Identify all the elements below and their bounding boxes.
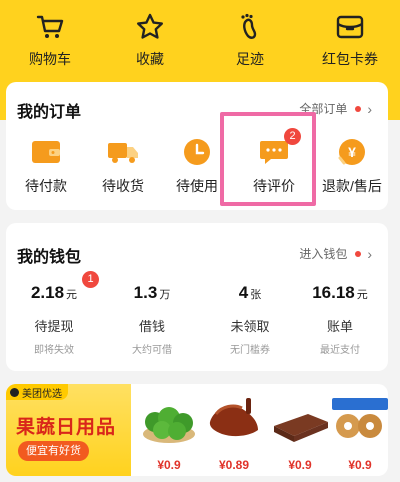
product-braised-duck[interactable]: ¥0.89 <box>202 390 266 472</box>
product-limes[interactable]: ¥0.9 <box>137 390 201 472</box>
nav-item-favorites[interactable]: 收藏 <box>100 0 200 72</box>
enter-wallet-label: 进入钱包 <box>299 247 348 261</box>
orders-title: 我的订单 <box>17 104 82 121</box>
order-pending-receipt[interactable]: 待收货 <box>85 134 161 196</box>
wallet-sub: 最近支付 <box>320 345 360 356</box>
value-unit: 张 <box>250 289 262 301</box>
wallet-withdraw[interactable]: 2.18 元 1 待提现 即将失效 <box>6 271 102 356</box>
brand-tag: 美团优选 <box>6 384 68 400</box>
svg-text:¥: ¥ <box>348 144 356 160</box>
notification-dot <box>355 105 362 112</box>
promo-left-panel: 美团优选 果蔬日用品 便宜有好货 <box>6 384 131 476</box>
wallet-value: 16.18 元 <box>292 283 388 307</box>
value-unit: 元 <box>66 289 78 301</box>
value-unit: 元 <box>356 289 368 301</box>
value-number: 4 <box>238 283 249 302</box>
brand-name: 美团优选 <box>22 388 62 400</box>
coupon-icon <box>336 15 364 39</box>
value-number: 16.18 <box>312 283 355 302</box>
product-price: ¥0.9 <box>157 458 181 472</box>
bean-curd-snack-image <box>274 414 328 442</box>
product-price: ¥0.89 <box>218 458 250 472</box>
clock-icon <box>184 139 210 165</box>
wallet-label: 待提现 <box>34 319 74 334</box>
wallet-sub: 即将失效 <box>34 345 74 356</box>
limes-image <box>143 407 195 443</box>
wallet-bill[interactable]: 16.18 元 账单 最近支付 <box>292 283 388 356</box>
wallet-icon <box>32 141 60 163</box>
product-price: ¥0.9 <box>288 458 312 472</box>
wallet-label: 借钱 <box>138 319 165 334</box>
nav-item-label: 足迹 <box>236 51 264 67</box>
chevron-right-icon: › <box>367 100 372 117</box>
order-refund[interactable]: ¥ 退款/售后 <box>314 134 390 196</box>
nav-item-footprint[interactable]: 足迹 <box>200 0 300 72</box>
nav-item-label: 红包卡券 <box>322 51 378 67</box>
order-label: 退款/售后 <box>322 178 382 194</box>
notification-dot <box>355 250 362 257</box>
truck-icon <box>108 143 138 163</box>
nav-item-label: 购物车 <box>29 51 71 67</box>
product-bean-curd-snack[interactable]: ¥0.9 <box>268 390 332 472</box>
value-number: 1.3 <box>133 283 158 302</box>
nav-item-cart[interactable]: 购物车 <box>0 0 100 72</box>
withdraw-badge: 1 <box>82 271 99 288</box>
wallet-card: 我的钱包 进入钱包 › 2.18 元 1 待提现 即将失效 1.3 万 借钱 大约可… <box>6 223 388 371</box>
wallet-title: 我的钱包 <box>17 249 82 266</box>
product-price: ¥0.9 <box>348 458 372 472</box>
top-nav: 购物车 收藏 足迹 红包卡券 <box>0 0 400 72</box>
product-donuts[interactable]: ¥0.9 <box>328 390 388 472</box>
promo-button[interactable]: 便宜有好货 <box>18 441 89 461</box>
promo-title: 果蔬日用品 <box>16 417 117 438</box>
order-pending-payment[interactable]: 待付款 <box>8 134 84 196</box>
wallet-unclaimed[interactable]: 4张 未领取 无门槛券 <box>202 283 298 356</box>
wallet-sub: 无门槛券 <box>230 345 270 356</box>
cart-icon <box>36 15 64 38</box>
highlight-box <box>220 112 316 206</box>
wallet-label: 账单 <box>326 319 353 334</box>
refund-icon: ¥ <box>338 139 365 165</box>
chevron-right-icon: › <box>367 245 372 262</box>
enter-wallet-link[interactable]: 进入钱包 › <box>299 245 372 262</box>
orders-card: 我的订单 全部订单 › 待付款 待收货 待使用 2 待评价 ¥ 退款/售后 <box>6 82 388 210</box>
donuts-image <box>332 398 388 438</box>
braised-duck-image <box>209 398 258 437</box>
nav-item-label: 收藏 <box>136 51 164 67</box>
nav-item-coupons[interactable]: 红包卡券 <box>300 0 400 72</box>
wallet-value: 1.3 万 <box>104 283 200 307</box>
wallet-sub: 大约可借 <box>132 345 172 356</box>
order-label: 待付款 <box>25 178 67 194</box>
order-status-row: 待付款 待收货 待使用 2 待评价 ¥ 退款/售后 <box>6 128 390 204</box>
brand-logo-icon <box>10 387 19 397</box>
wallet-borrow[interactable]: 1.3 万 借钱 大约可借 <box>104 283 200 356</box>
wallet-label: 未领取 <box>230 319 270 334</box>
footprint-icon <box>241 13 257 39</box>
order-label: 待收货 <box>102 178 144 194</box>
value-unit: 万 <box>159 289 171 301</box>
star-icon <box>137 13 163 39</box>
value-number: 2.18 <box>30 283 65 302</box>
wallet-value: 4张 <box>202 283 298 307</box>
promo-banner[interactable]: 美团优选 果蔬日用品 便宜有好货 ¥0.9 ¥0.89 ¥0.9 ¥0.9 <box>6 384 388 476</box>
